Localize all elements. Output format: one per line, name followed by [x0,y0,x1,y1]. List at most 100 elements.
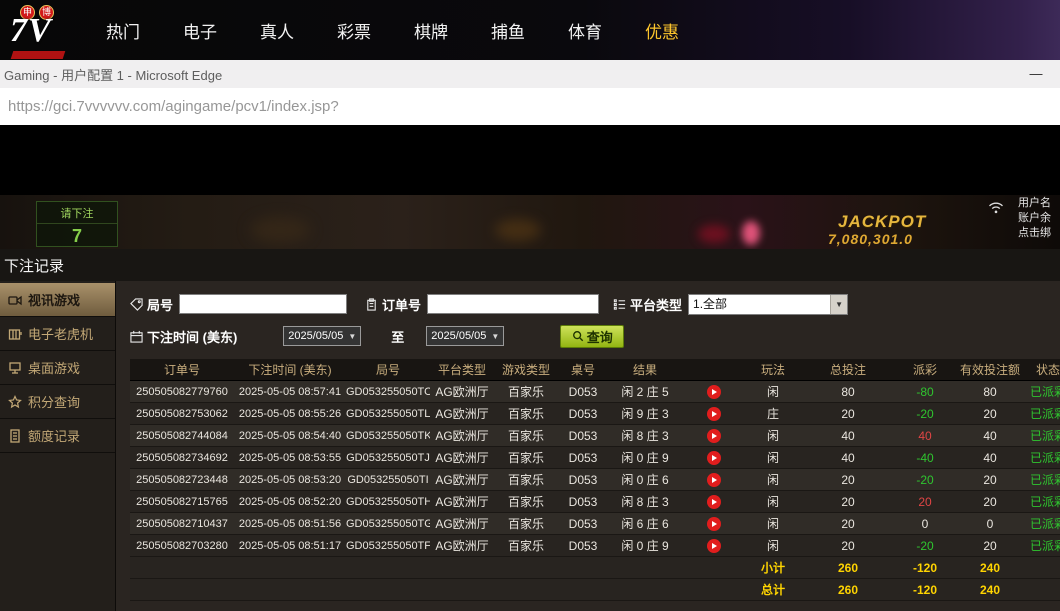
chevron-down-icon: ▼ [830,295,847,314]
cell-round: GD053255050TH [346,491,430,513]
sidebar-item-credit-records[interactable]: 额度记录 [0,419,115,453]
cell-result: 闲 6 庄 6 [608,513,682,535]
bet-time-label: 下注时间 (美东) [147,327,237,346]
subtotal-bet: 260 [800,557,896,579]
cell-status: 已派彩 [1026,491,1060,513]
cell-video [682,425,746,447]
cell-bet: 20 [800,403,896,425]
cell-payout: -80 [896,381,954,403]
header-play: 玩法 [746,359,800,381]
bind-label: 点击绑 [1018,226,1060,241]
video-camera-icon [8,293,22,307]
cell-payout: 0 [896,513,954,535]
subtotal-label: 小计 [746,557,800,579]
play-video-button[interactable] [707,473,721,487]
cell-bet: 20 [800,469,896,491]
table-row: 250505082734692 2025-05-05 08:53:55 GD05… [130,447,1060,469]
table-row: 250505082703280 2025-05-05 08:51:17 GD05… [130,535,1060,557]
date-to-picker[interactable]: 2025/05/05 ▼ [426,326,504,346]
cell-valid: 0 [954,513,1026,535]
cell-platform: AG欧洲厅 [430,381,494,403]
cell-platform: AG欧洲厅 [430,513,494,535]
cell-payout: -20 [896,403,954,425]
round-number-input[interactable] [179,294,347,314]
cell-order: 250505082753062 [130,403,234,425]
cell-video [682,447,746,469]
cell-game: 百家乐 [494,447,558,469]
cell-result: 闲 9 庄 3 [608,403,682,425]
table-row: 250505082753062 2025-05-05 08:55:26 GD05… [130,403,1060,425]
cell-order: 250505082734692 [130,447,234,469]
chevron-down-icon: ▼ [491,332,499,341]
cell-status: 已派彩 [1026,425,1060,447]
play-video-button[interactable] [707,451,721,465]
cell-payout: -20 [896,469,954,491]
cell-bet: 20 [800,535,896,557]
cell-round: GD053255050TF [346,535,430,557]
play-video-button[interactable] [707,495,721,509]
cell-valid: 20 [954,535,1026,557]
nav-item-fishing[interactable]: 捕鱼 [491,18,525,43]
platform-select[interactable]: 1.全部 ▼ [688,294,848,315]
cell-play: 闲 [746,469,800,491]
play-video-button[interactable] [707,385,721,399]
play-video-button[interactable] [707,539,721,553]
nav-item-cards[interactable]: 棋牌 [414,18,448,43]
cell-result: 闲 8 庄 3 [608,425,682,447]
header-table-no: 桌号 [558,359,608,381]
cell-table-no: D053 [558,447,608,469]
bet-prompt-label: 请下注 [37,205,117,224]
nav-item-hot[interactable]: 热门 [106,18,140,43]
cell-payout: 20 [896,491,954,513]
cell-platform: AG欧洲厅 [430,425,494,447]
search-button-label: 查询 [587,327,613,346]
date-to-value: 2025/05/05 [431,330,486,342]
cell-video [682,491,746,513]
star-icon [8,395,22,409]
nav-item-slots[interactable]: 电子 [183,18,217,43]
search-button[interactable]: 查询 [560,325,624,348]
total-payout: -120 [896,579,954,601]
cell-time: 2025-05-05 08:54:40 [234,425,346,447]
site-logo[interactable]: 申 博 7V [0,0,92,60]
total-valid: 240 [954,579,1026,601]
cell-round: GD053255050TL [346,403,430,425]
cell-video [682,381,746,403]
play-video-button[interactable] [707,429,721,443]
nav-item-promo[interactable]: 优惠 [645,18,679,43]
cell-video [682,513,746,535]
order-number-label: 订单号 [382,295,421,314]
play-video-button[interactable] [707,517,721,531]
cell-result: 闲 0 庄 6 [608,469,682,491]
tag-icon [130,298,143,311]
minimize-button[interactable]: — [1024,62,1048,86]
cell-video [682,535,746,557]
sidebar: 视讯游戏 电子老虎机 桌面游戏 积分查询 [0,281,116,611]
sidebar-item-video-games[interactable]: 视讯游戏 [0,283,115,317]
cell-status: 已派彩 [1026,469,1060,491]
cell-play: 闲 [746,535,800,557]
cell-result: 闲 8 庄 3 [608,491,682,513]
table-row: 250505082723448 2025-05-05 08:53:20 GD05… [130,469,1060,491]
cell-time: 2025-05-05 08:52:20 [234,491,346,513]
date-from-picker[interactable]: 2025/05/05 ▼ [283,326,361,346]
sidebar-item-points-query[interactable]: 积分查询 [0,385,115,419]
platform-type-label: 平台类型 [630,295,682,314]
nav-item-sports[interactable]: 体育 [568,18,602,43]
bet-records-table: 订单号 下注时间 (美东) 局号 平台类型 游戏类型 桌号 结果 玩法 总投注 … [130,359,1060,601]
banner-light-blob [698,225,730,243]
sidebar-item-slot-machine[interactable]: 电子老虎机 [0,317,115,351]
sidebar-item-label: 视讯游戏 [28,290,80,309]
cell-valid: 20 [954,403,1026,425]
address-bar[interactable]: https://gci.7vvvvvv.com/agingame/pcv1/in… [0,88,1060,125]
header-payout: 派彩 [896,359,954,381]
play-video-button[interactable] [707,407,721,421]
cell-game: 百家乐 [494,535,558,557]
cell-status: 已派彩 [1026,447,1060,469]
order-number-input[interactable] [427,294,599,314]
sidebar-item-table-games[interactable]: 桌面游戏 [0,351,115,385]
nav-item-live[interactable]: 真人 [260,18,294,43]
nav-item-lottery[interactable]: 彩票 [337,18,371,43]
clipboard-icon [365,298,378,311]
cell-table-no: D053 [558,425,608,447]
